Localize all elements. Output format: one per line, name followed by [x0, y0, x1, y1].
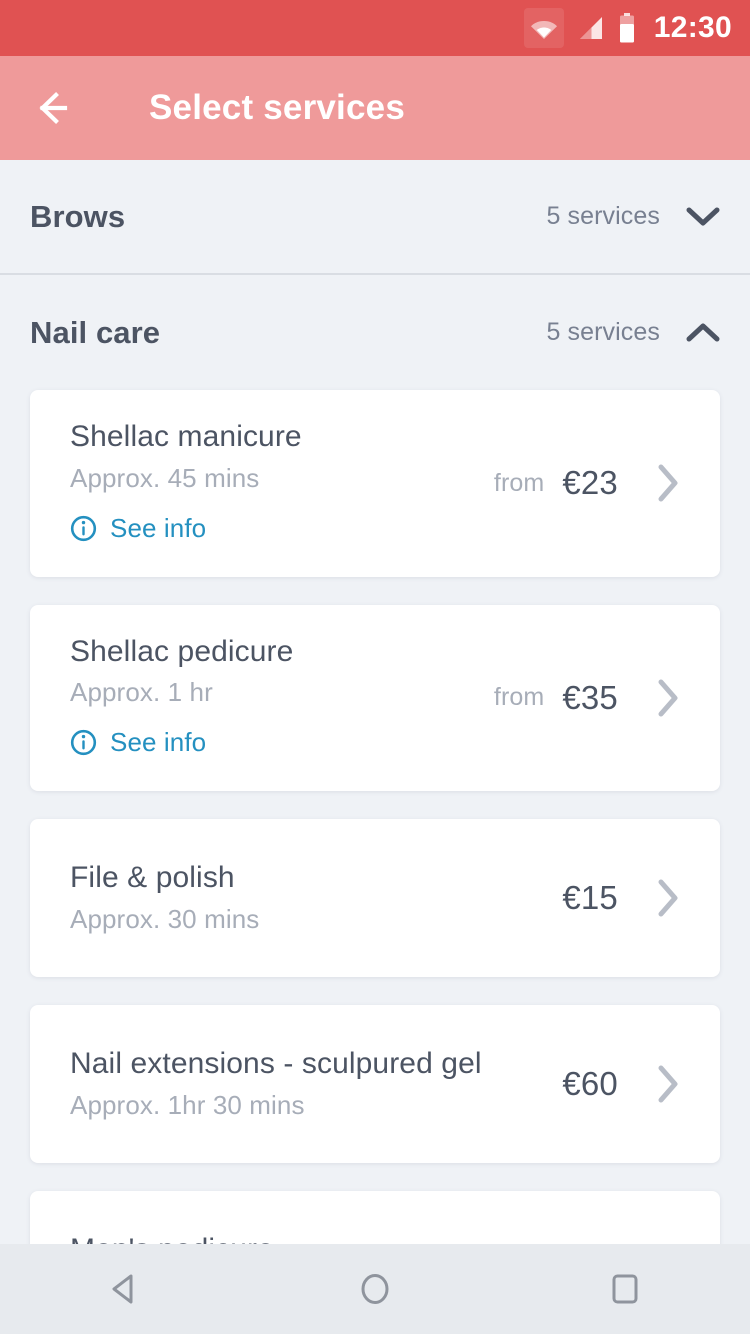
service-name: Shellac pedicure: [70, 634, 294, 668]
nav-home-button[interactable]: [320, 1244, 430, 1334]
see-info-link[interactable]: See info: [70, 727, 206, 758]
service-card[interactable]: Shellac pedicure Approx. 1 hr See info f…: [30, 604, 720, 792]
service-name: Nail extensions - sculpured gel: [70, 1047, 482, 1081]
back-triangle-icon: [112, 1274, 133, 1304]
price-value: €35: [562, 678, 618, 716]
service-card-details: File & polish Approx. 30 mins: [70, 831, 544, 965]
service-card-details: Men's pedicure Approx. 50 mins: [70, 1203, 544, 1244]
service-duration: Approx. 1hr 30 mins: [70, 1089, 305, 1120]
service-card-list: Shellac manicure Approx. 45 mins See inf…: [0, 390, 750, 1244]
service-card-price: from €35: [476, 678, 680, 718]
category-header-brows[interactable]: Brows 5 services: [0, 160, 750, 275]
category-meta: 5 services: [546, 202, 720, 231]
service-card[interactable]: Men's pedicure Approx. 50 mins €50: [30, 1191, 720, 1244]
price-value: €15: [562, 879, 618, 916]
service-card-details: Shellac manicure Approx. 45 mins See inf…: [70, 390, 476, 577]
service-card[interactable]: File & polish Approx. 30 mins €15: [30, 819, 720, 977]
service-card-details: Shellac pedicure Approx. 1 hr See info: [70, 605, 476, 792]
nav-back-button[interactable]: [70, 1244, 180, 1334]
recents-square-icon: [612, 1274, 638, 1304]
battery-icon: [618, 13, 636, 43]
wifi-icon: [523, 8, 564, 48]
category-title: Brows: [30, 198, 126, 234]
info-circle-icon: [70, 729, 97, 756]
android-navigation-bar: [0, 1244, 750, 1334]
see-info-link[interactable]: See info: [70, 513, 206, 544]
back-button[interactable]: [34, 82, 86, 134]
chevron-right-icon[interactable]: [634, 463, 680, 503]
service-name: Men's pedicure: [70, 1233, 544, 1244]
cell-signal-icon: [578, 15, 604, 41]
chevron-up-icon[interactable]: [686, 322, 720, 344]
see-info-label: See info: [110, 512, 207, 543]
chevron-right-icon[interactable]: [634, 1064, 680, 1104]
category-service-count: 5 services: [546, 318, 660, 346]
service-card-price: €15: [544, 878, 680, 918]
service-card-price: from €23: [476, 463, 680, 503]
price-value: €60: [562, 1065, 618, 1102]
see-info-label: See info: [110, 727, 207, 757]
service-duration: Approx. 45 mins: [70, 462, 260, 493]
back-arrow-icon: [39, 92, 68, 124]
category-header-nail-care[interactable]: Nail care 5 services: [0, 275, 750, 390]
page-title: Select services: [149, 88, 405, 127]
services-scroll-area[interactable]: Brows 5 services Nail care 5 services Sh…: [0, 160, 750, 1244]
price-prefix: from: [493, 683, 545, 712]
home-circle-icon: [361, 1274, 389, 1304]
status-bar: 12:30: [0, 0, 750, 56]
info-circle-icon: [70, 515, 97, 541]
service-duration: Approx. 30 mins: [70, 903, 260, 934]
app-bar: Select services: [0, 56, 750, 160]
chevron-right-icon[interactable]: [634, 678, 680, 718]
category-service-count: 5 services: [546, 202, 660, 230]
price-prefix: from: [493, 468, 545, 497]
service-duration: Approx. 1 hr: [70, 677, 213, 707]
status-bar-clock: 12:30: [653, 11, 732, 44]
service-name: Shellac manicure: [70, 420, 302, 453]
category-title: Nail care: [30, 314, 161, 350]
price-value: €23: [562, 464, 618, 502]
chevron-right-icon[interactable]: [634, 878, 680, 918]
service-card[interactable]: Nail extensions - sculpured gel Approx. …: [30, 1005, 720, 1163]
category-meta: 5 services: [546, 318, 720, 347]
service-card-price: €60: [544, 1064, 680, 1104]
service-card[interactable]: Shellac manicure Approx. 45 mins See inf…: [30, 390, 720, 577]
nav-recents-button[interactable]: [570, 1244, 680, 1334]
service-card-details: Nail extensions - sculpured gel Approx. …: [70, 1017, 544, 1151]
service-name: File & polish: [70, 861, 235, 895]
chevron-down-icon[interactable]: [686, 206, 720, 228]
